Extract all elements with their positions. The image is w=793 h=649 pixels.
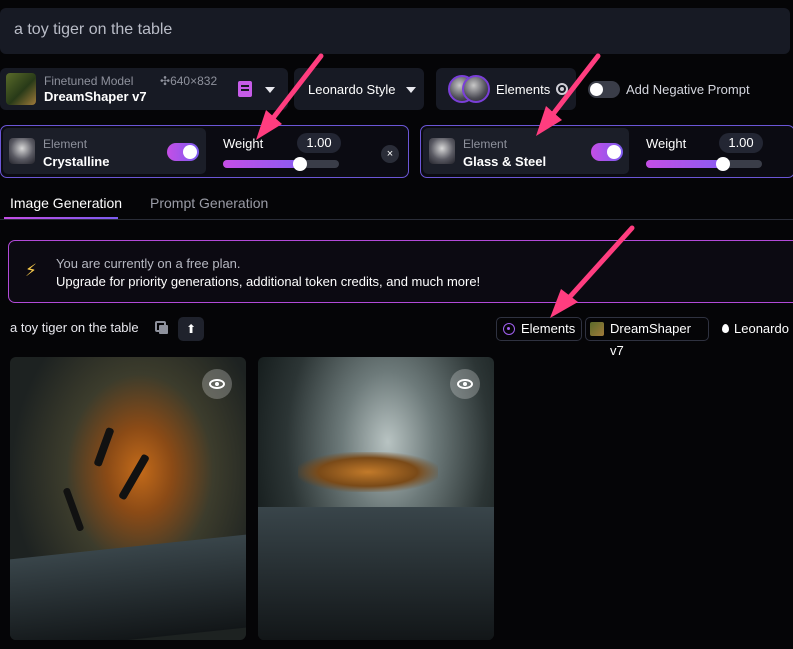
- weight-slider[interactable]: [223, 157, 339, 171]
- tab-image-generation[interactable]: Image Generation: [10, 195, 122, 211]
- eye-icon[interactable]: [450, 369, 480, 399]
- size-cross-icon: ✣: [160, 74, 171, 88]
- element-thumbnail: [429, 138, 455, 164]
- model-label: Finetuned Model: [44, 74, 134, 88]
- generated-image-1[interactable]: [10, 357, 246, 640]
- weight-value[interactable]: 1.00: [297, 133, 341, 153]
- style-value: Leonardo Style: [308, 82, 396, 97]
- tiger-render: [298, 452, 438, 492]
- elements-button[interactable]: Elements: [436, 68, 576, 110]
- tiger-stripe: [62, 487, 85, 532]
- weight-value[interactable]: 1.00: [719, 133, 763, 153]
- weight-label: Weight: [646, 136, 687, 151]
- elements-label: Elements: [496, 82, 551, 97]
- element-name: Crystalline: [43, 154, 110, 169]
- prompt-text: a toy tiger on the table: [14, 21, 173, 38]
- weight-slider[interactable]: [646, 157, 762, 171]
- style-selector[interactable]: Leonardo Style: [294, 68, 424, 110]
- chevron-down-icon[interactable]: [265, 87, 275, 93]
- generation-prompt: a toy tiger on the table: [10, 320, 139, 335]
- prompt-input[interactable]: a toy tiger on the table: [0, 8, 790, 54]
- drop-icon: [722, 324, 729, 333]
- model-tag[interactable]: DreamShaper v7: [585, 317, 709, 358]
- generated-image-2[interactable]: [258, 357, 494, 640]
- model-size: ✣640×832: [160, 74, 218, 88]
- element-thumbnail: [9, 138, 35, 164]
- weight-slider-knob[interactable]: [715, 157, 730, 171]
- table-render: [10, 534, 246, 640]
- element-kind: Element: [463, 137, 508, 151]
- element-kind: Element: [43, 137, 88, 151]
- element-name: Glass & Steel: [463, 154, 547, 169]
- tiger-stripe: [118, 453, 150, 501]
- element-card-crystalline: Element Crystalline Weight 1.00 ×: [0, 125, 409, 178]
- chevron-down-icon: [406, 87, 416, 93]
- active-tab-indicator: [4, 217, 118, 219]
- reuse-prompt-button[interactable]: ⬆: [178, 317, 204, 341]
- weight-slider-fill: [223, 160, 300, 168]
- eye-icon[interactable]: [202, 369, 232, 399]
- model-tag-thumbnail: [590, 322, 604, 336]
- element-info: Element Crystalline: [3, 128, 206, 174]
- generation-tabs: Image Generation Prompt Generation: [0, 192, 793, 220]
- model-name: DreamShaper v7: [44, 89, 147, 104]
- element-info: Element Glass & Steel: [423, 128, 629, 174]
- weight-slider-knob[interactable]: [292, 157, 307, 171]
- atom-icon: [503, 323, 515, 335]
- model-tag-label: DreamShaper v7: [610, 321, 691, 358]
- copy-icon[interactable]: [155, 321, 168, 334]
- banner-plan-text: You are currently on a free plan.: [56, 256, 241, 271]
- close-icon[interactable]: ×: [381, 145, 399, 163]
- gear-icon[interactable]: [556, 83, 568, 95]
- lightning-icon: ⚡: [25, 261, 37, 280]
- elements-tag-label: Elements: [521, 321, 576, 336]
- banner-upgrade-text: Upgrade for priority generations, additi…: [56, 274, 481, 289]
- element-toggle[interactable]: [591, 143, 623, 161]
- negative-prompt-toggle[interactable]: [588, 81, 620, 98]
- model-details-icon[interactable]: [238, 81, 252, 97]
- model-thumbnail: [6, 73, 36, 105]
- tiger-stripe: [93, 426, 115, 468]
- elements-tag[interactable]: Elements: [496, 317, 582, 341]
- element-avatar: [462, 75, 490, 103]
- style-tag-label: Leonardo: [734, 321, 789, 336]
- weight-slider-fill: [646, 160, 723, 168]
- element-toggle[interactable]: [167, 143, 199, 161]
- negative-prompt-label: Add Negative Prompt: [626, 82, 750, 97]
- upgrade-banner[interactable]: ⚡ You are currently on a free plan. Upgr…: [8, 240, 793, 303]
- table-render: [258, 507, 494, 640]
- model-selector[interactable]: Finetuned Model ✣640×832 DreamShaper v7: [0, 68, 288, 110]
- weight-label: Weight: [223, 136, 264, 151]
- generation-header: a toy tiger on the table ⬆ Elements Drea…: [0, 316, 793, 358]
- element-card-glass-steel: Element Glass & Steel Weight 1.00: [420, 125, 793, 178]
- tab-prompt-generation[interactable]: Prompt Generation: [150, 195, 268, 211]
